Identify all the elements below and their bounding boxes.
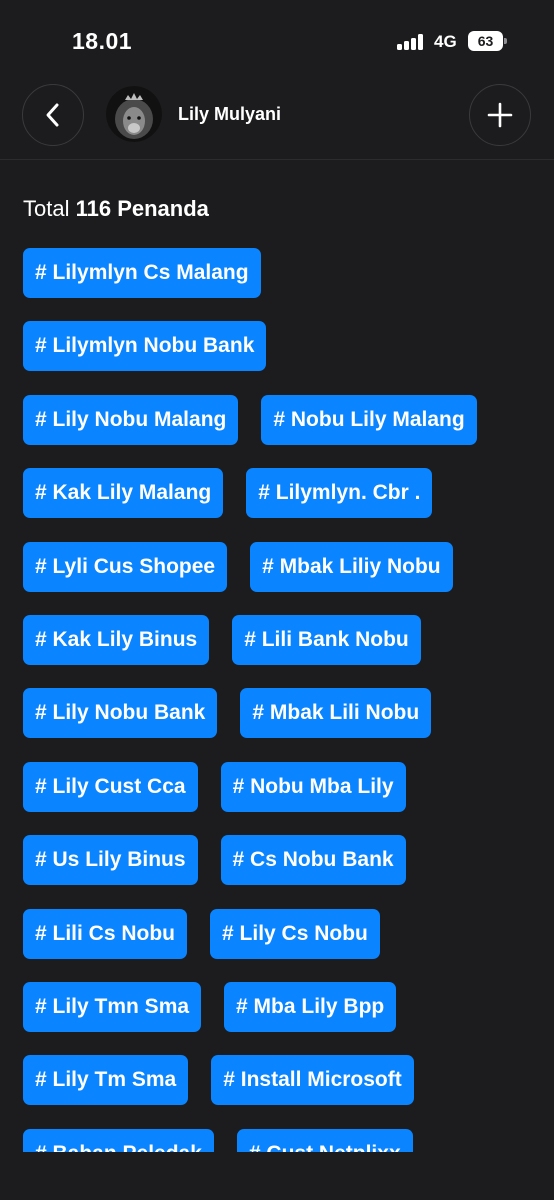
tag-chip[interactable]: # Cs Nobu Bank: [220, 835, 406, 886]
tag-chip[interactable]: # Lily Tm Sma: [23, 1055, 189, 1106]
tag-row: # Lily Cust Cca # Nobu Mba Lily: [23, 761, 533, 812]
tag-row: # Kak Lily Malang # Lilymlyn. Cbr .: [23, 468, 533, 519]
status-bar: 18.01 4G 63: [0, 0, 554, 80]
avatar[interactable]: [106, 86, 162, 142]
total-prefix: Total: [23, 196, 70, 221]
tag-chip[interactable]: # Mbak Lili Nobu: [240, 688, 432, 739]
battery-level: 63: [468, 31, 503, 51]
tag-chip[interactable]: # Lilymlyn Cs Malang: [23, 248, 261, 298]
screen: 18.01 4G 63 Lily Mulyani Total 116 Penan…: [0, 0, 554, 1200]
total-count-label: 116 Penanda: [75, 196, 209, 221]
battery-icon: 63: [468, 31, 507, 51]
tag-row: # Bahan Peledak # Cust Netplixx: [23, 1128, 533, 1152]
add-button[interactable]: [469, 84, 531, 146]
tag-chip[interactable]: # Kak Lily Binus: [23, 614, 210, 665]
tag-chip[interactable]: # Mba Lily Bpp: [224, 981, 397, 1032]
tag-chip[interactable]: # Lily Nobu Bank: [23, 688, 218, 739]
tag-chip[interactable]: # Lily Cs Nobu: [210, 908, 380, 959]
status-time: 18.01: [72, 28, 133, 54]
tag-row: # Lili Cs Nobu # Lily Cs Nobu: [23, 908, 533, 959]
tag-chip[interactable]: # Lily Nobu Malang: [23, 394, 239, 445]
tag-row: # Lilymlyn Nobu Bank: [23, 321, 533, 372]
tag-chip[interactable]: # Lili Bank Nobu: [232, 614, 421, 665]
tag-chip[interactable]: # Lyli Cus Shopee: [23, 541, 228, 592]
tag-chip[interactable]: # Lily Tmn Sma: [23, 981, 202, 1032]
tag-chip[interactable]: # Cust Netplixx: [236, 1128, 413, 1152]
lion-avatar-icon: [106, 86, 162, 142]
tag-chip[interactable]: # Nobu Mba Lily: [220, 761, 406, 812]
total-count: Total 116 Penanda: [23, 196, 209, 222]
tag-chip[interactable]: # Lily Cust Cca: [23, 761, 198, 812]
tag-list: # Lilymlyn Cs Malang # Lilymlyn Nobu Bank…: [23, 248, 533, 1152]
cellular-signal-icon: [397, 34, 425, 50]
tag-chip[interactable]: # Bahan Peledak: [23, 1128, 214, 1152]
network-type: 4G: [434, 32, 457, 51]
tag-chip[interactable]: # Mbak Liliy Nobu: [250, 541, 453, 592]
header: Lily Mulyani: [0, 80, 554, 160]
bottom-fade: [0, 1152, 554, 1200]
tag-chip[interactable]: # Kak Lily Malang: [23, 468, 224, 519]
tag-chip[interactable]: # Lilymlyn Nobu Bank: [23, 321, 267, 372]
tag-row: # Lilymlyn Cs Malang: [23, 248, 533, 298]
tag-chip[interactable]: # Lili Cs Nobu: [23, 908, 188, 959]
back-button[interactable]: [22, 84, 84, 146]
plus-icon: [487, 102, 513, 128]
profile-name[interactable]: Lily Mulyani: [178, 104, 281, 125]
tag-row: # Lily Tm Sma # Install Microsoft: [23, 1055, 533, 1106]
tag-chip[interactable]: # Nobu Lily Malang: [261, 394, 477, 445]
tag-row: # Us Lily Binus # Cs Nobu Bank: [23, 835, 533, 886]
tag-row: # Lily Nobu Bank # Mbak Lili Nobu: [23, 688, 533, 739]
tag-chip[interactable]: # Lilymlyn. Cbr .: [246, 468, 433, 519]
chevron-left-icon: [46, 103, 59, 127]
tag-row: # Lily Tmn Sma # Mba Lily Bpp: [23, 981, 533, 1032]
tag-row: # Kak Lily Binus # Lili Bank Nobu: [23, 614, 533, 665]
tag-row: # Lyli Cus Shopee # Mbak Liliy Nobu: [23, 541, 533, 592]
tag-chip[interactable]: # Install Microsoft: [211, 1055, 414, 1106]
tag-chip[interactable]: # Us Lily Binus: [23, 835, 198, 886]
tag-row: # Lily Nobu Malang # Nobu Lily Malang: [23, 394, 533, 445]
